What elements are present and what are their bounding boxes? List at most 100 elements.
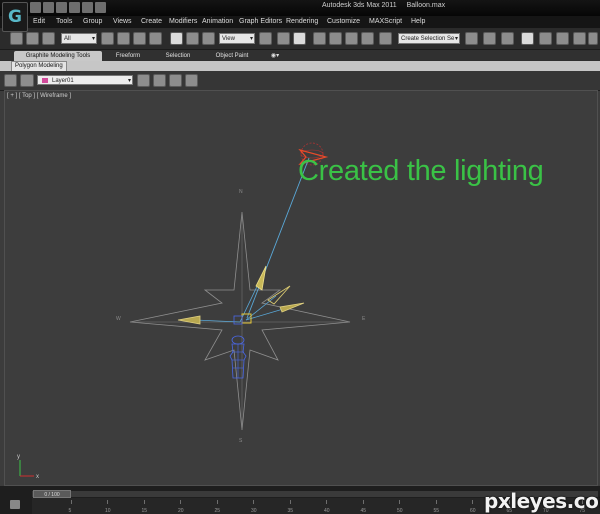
select-object-icon[interactable] (101, 32, 114, 45)
undo-icon[interactable] (69, 2, 80, 13)
menu-rendering[interactable]: Rendering (286, 18, 318, 25)
save-file-icon[interactable] (56, 2, 67, 13)
selection-filter-dropdown[interactable]: All ▾ (61, 33, 97, 44)
menu-maxscript[interactable]: MAXScript (369, 18, 402, 25)
track-bar-tick-label: 5 (68, 508, 72, 514)
track-bar-tick-label: 30 (251, 508, 257, 514)
layer-manager-icon[interactable] (4, 74, 17, 87)
track-bar-tick-mark (143, 500, 145, 504)
track-bar-tick-label: 25 (214, 508, 221, 514)
select-link-icon[interactable] (10, 32, 23, 45)
app-title: Autodesk 3ds Max 2011 (322, 2, 397, 9)
watermark: pxleyes.com (484, 489, 600, 513)
layer-visibility-icon[interactable] (20, 74, 34, 87)
track-bar-tick-label: 10 (105, 508, 111, 514)
edit-named-selection-icon[interactable] (379, 32, 392, 45)
bind-space-warp-icon[interactable] (42, 32, 55, 45)
material-editor-icon[interactable] (539, 32, 552, 45)
track-bar-tick-label: 50 (397, 508, 403, 514)
create-layer-icon[interactable] (137, 74, 150, 87)
track-bar-tick-mark (362, 500, 364, 504)
hold-icon[interactable] (95, 2, 106, 13)
mini-curve-editor-icon[interactable] (10, 500, 20, 509)
track-bar-tick-mark (472, 500, 473, 504)
track-bar-tick-label: 45 (360, 508, 367, 514)
curve-editor-icon[interactable] (521, 32, 534, 45)
select-scale-icon[interactable] (202, 32, 215, 45)
percent-snap-icon[interactable] (345, 32, 358, 45)
angle-snap-icon[interactable] (329, 32, 342, 45)
render-setup-icon[interactable] (556, 32, 569, 45)
app-logo-icon[interactable]: G (2, 2, 28, 32)
top-viewport[interactable] (4, 90, 598, 486)
select-move-icon[interactable] (170, 32, 183, 45)
layer-manager-icon[interactable] (501, 32, 514, 45)
track-bar-tick-mark (180, 500, 181, 504)
new-file-icon[interactable] (30, 2, 41, 13)
menu-views[interactable]: Views (113, 18, 132, 25)
tab-object-paint[interactable]: Object Paint (208, 51, 256, 61)
chevron-down-icon: ▾ (127, 78, 131, 84)
chevron-down-icon: ▾ (454, 36, 458, 42)
track-bar-tick-mark (289, 500, 291, 504)
tab-selection[interactable]: Selection (158, 51, 198, 61)
main-toolbar: All ▾ View ▾ Create Selection Se ▾ (0, 29, 600, 50)
tab-freeform[interactable]: Freeform (108, 51, 148, 61)
mirror-icon[interactable] (465, 32, 478, 45)
menu-animation[interactable]: Animation (202, 18, 233, 25)
set-current-layer-icon[interactable] (185, 74, 198, 87)
track-bar-tick-label: 55 (433, 508, 440, 514)
quick-access-toolbar (30, 2, 106, 13)
track-bar-tick-mark (70, 500, 72, 504)
select-in-layer-icon[interactable] (169, 74, 182, 87)
reference-coordinate-dropdown[interactable]: View ▾ (219, 33, 255, 44)
pivot-center-icon[interactable] (259, 32, 272, 45)
toolbar-overflow-icon[interactable] (588, 32, 598, 45)
track-bar-tick-label: 40 (324, 508, 330, 514)
menu-group[interactable]: Group (83, 18, 102, 25)
layer-color-swatch (42, 78, 48, 83)
menu-tools[interactable]: Tools (56, 18, 72, 25)
annotation-text: Created the lighting (298, 155, 544, 187)
rectangular-selection-icon[interactable] (133, 32, 146, 45)
select-by-name-icon[interactable] (117, 32, 130, 45)
open-file-icon[interactable] (43, 2, 54, 13)
unlink-icon[interactable] (26, 32, 39, 45)
add-to-layer-icon[interactable] (153, 74, 166, 87)
menu-edit[interactable]: Edit (33, 18, 45, 25)
select-rotate-icon[interactable] (186, 32, 199, 45)
redo-icon[interactable] (82, 2, 93, 13)
snap-toggle-icon[interactable] (313, 32, 326, 45)
track-bar-tick-mark (435, 500, 437, 504)
menu-create[interactable]: Create (141, 18, 162, 25)
current-layer-dropdown[interactable]: Layer01 ▾ (37, 75, 133, 85)
ribbon-tabs: Graphite Modeling Tools Freeform Selecti… (0, 50, 600, 61)
select-manipulate-icon[interactable] (277, 32, 290, 45)
layer-toolbar: Layer01 ▾ (0, 71, 600, 91)
named-selection-dropdown[interactable]: Create Selection Se ▾ (398, 33, 460, 44)
window-crossing-icon[interactable] (149, 32, 162, 45)
named-selection-value: Create Selection Se (401, 36, 455, 42)
time-slider-thumb[interactable]: 0 / 100 (33, 490, 71, 498)
keyboard-shortcut-icon[interactable] (293, 32, 306, 45)
track-bar-tick-mark (253, 500, 254, 504)
track-bar-tick-label: 60 (470, 508, 476, 514)
ribbon-options-icon[interactable]: ◉▾ (268, 51, 282, 61)
menu-graph-editors[interactable]: Graph Editors (239, 18, 282, 25)
track-bar-tick-label: 35 (287, 508, 294, 514)
menu-help[interactable]: Help (411, 18, 425, 25)
render-icon[interactable] (573, 32, 586, 45)
chevron-down-icon: ▾ (91, 36, 95, 42)
align-icon[interactable] (483, 32, 496, 45)
viewport-label[interactable]: [ + ] [ Top ] [ Wireframe ] (7, 93, 71, 99)
tab-graphite-modeling-tools[interactable]: Graphite Modeling Tools (14, 51, 102, 61)
menu-modifiers[interactable]: Modifiers (169, 18, 197, 25)
file-name: Balloon.max (406, 2, 446, 9)
window-title: Autodesk 3ds Max 2011 Balloon.max (322, 2, 445, 9)
current-layer-name: Layer01 (52, 78, 74, 84)
menu-customize[interactable]: Customize (327, 18, 360, 25)
menu-bar: Edit Tools Group Views Create Modifiers … (0, 16, 600, 29)
reference-coordinate-value: View (222, 36, 235, 42)
spinner-snap-icon[interactable] (361, 32, 374, 45)
track-bar-tick-mark (326, 500, 327, 504)
